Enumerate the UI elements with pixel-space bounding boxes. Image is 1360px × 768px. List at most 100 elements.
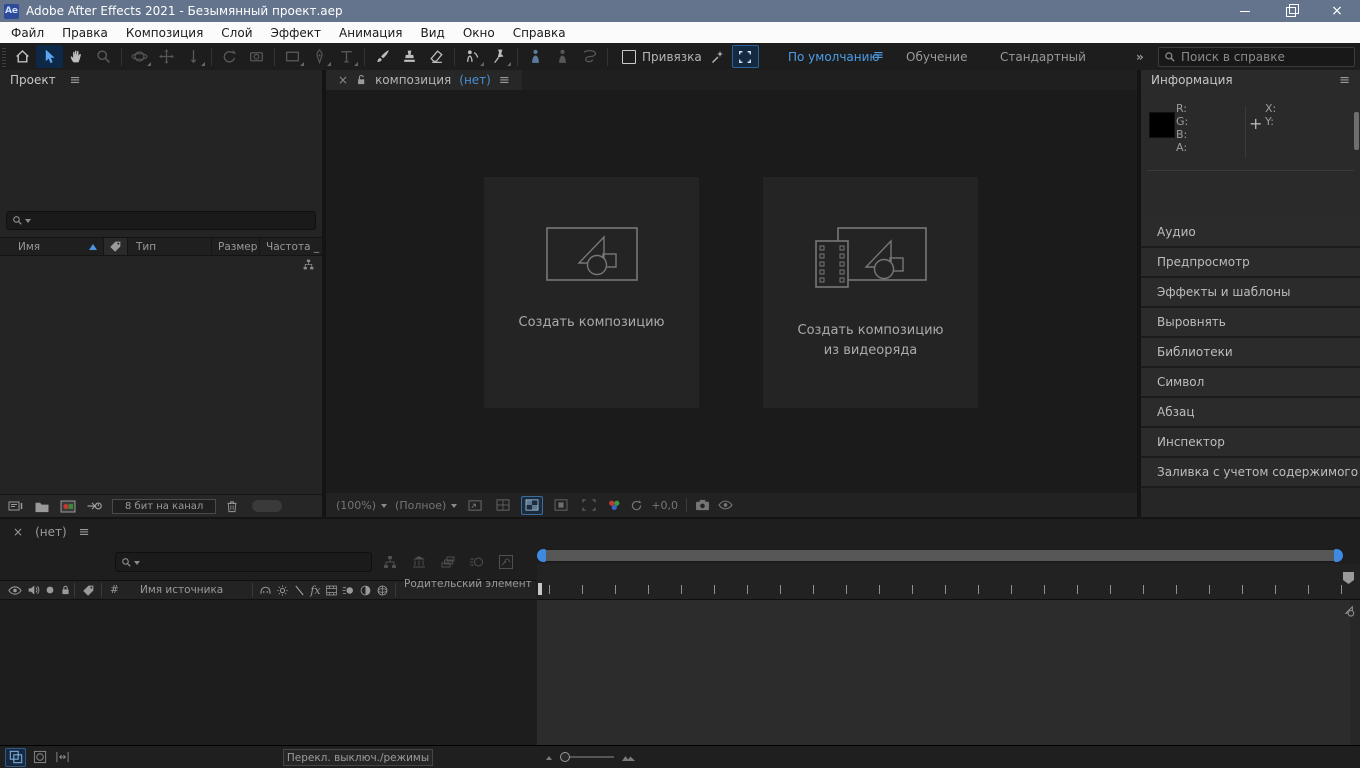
zoom-tool[interactable] — [90, 45, 117, 68]
workspace-menu-icon[interactable]: ≡ — [873, 48, 884, 63]
exposure-value[interactable]: +0,0 — [651, 499, 678, 512]
panel-tab-effects-presets[interactable]: Эффекты и шаблоны — [1141, 278, 1360, 308]
timeline-panel-menu-icon[interactable]: ≡ — [79, 525, 90, 540]
timeline-vertical-scrollbar[interactable] — [1350, 600, 1360, 745]
menu-effect[interactable]: Эффект — [262, 26, 331, 40]
menu-animation[interactable]: Анимация — [330, 26, 411, 40]
new-composition-from-footage-card[interactable]: Создать композицию из видеоряда — [763, 177, 978, 408]
puppet-bend-tool[interactable] — [549, 45, 576, 68]
mask-visibility-icon[interactable] — [551, 497, 571, 514]
parent-column[interactable]: Родительский элемент _ — [396, 581, 536, 599]
puppet-advanced-tool[interactable] — [522, 45, 549, 68]
puppet-overlap-tool[interactable] — [576, 45, 603, 68]
current-time-indicator[interactable] — [538, 583, 542, 595]
fast-previews-icon[interactable] — [630, 499, 643, 512]
eraser-tool[interactable] — [423, 45, 450, 68]
effects-fx-icon[interactable]: fx — [310, 584, 320, 597]
panel-tab-inspector[interactable]: Инспектор — [1141, 428, 1360, 458]
quality-icon[interactable] — [293, 584, 306, 597]
brush-tool[interactable] — [369, 45, 396, 68]
roto-brush-tool[interactable] — [459, 45, 486, 68]
layer-list-area[interactable] — [0, 600, 536, 745]
new-folder-icon[interactable] — [34, 500, 50, 513]
channel-rgb-icon[interactable] — [607, 499, 622, 512]
time-navigator[interactable] — [537, 549, 1343, 562]
zoom-in-mountains-icon[interactable] — [621, 753, 636, 762]
help-search-input[interactable] — [1181, 50, 1354, 64]
restore-button[interactable] — [1268, 0, 1314, 22]
dolly-camera-tool[interactable] — [180, 45, 207, 68]
composition-blend-toggle-icon[interactable] — [5, 748, 26, 767]
column-type[interactable]: Тип — [128, 238, 212, 255]
time-navigator-start-handle[interactable] — [537, 549, 546, 562]
draft-3d-icon[interactable] — [411, 554, 427, 570]
puppet-pin-tool[interactable] — [486, 45, 513, 68]
unlock-icon[interactable] — [356, 74, 367, 86]
panel-tab-character[interactable]: Символ — [1141, 368, 1360, 398]
comp-button-icon[interactable] — [1343, 604, 1358, 617]
graph-editor-icon[interactable] — [498, 554, 514, 570]
comp-marker-bin-icon[interactable] — [1342, 571, 1355, 585]
menu-edit[interactable]: Правка — [53, 26, 117, 40]
timeline-search-box[interactable] — [115, 552, 372, 572]
adjustment-layer-icon[interactable] — [359, 584, 372, 597]
delete-trash-icon[interactable] — [226, 499, 238, 513]
project-search-box[interactable] — [6, 211, 316, 230]
panel-tab-paragraph[interactable]: Абзац — [1141, 398, 1360, 428]
transparency-grid-icon[interactable] — [521, 496, 543, 515]
project-panel-menu-icon[interactable]: ≡ — [70, 73, 81, 88]
zoom-slider-knob[interactable] — [560, 752, 570, 762]
timeline-tab-label[interactable]: (нет) — [35, 525, 67, 539]
flowchart-icon[interactable] — [302, 258, 315, 271]
close-button[interactable]: × — [1314, 0, 1360, 22]
panel-tab-audio[interactable]: Аудио — [1141, 218, 1360, 248]
timeline-zoom-slider[interactable] — [562, 756, 614, 758]
timeline-track-area[interactable] — [537, 600, 1360, 745]
collapse-transformations-icon[interactable] — [276, 584, 289, 597]
rotation-tool[interactable] — [216, 45, 243, 68]
column-label[interactable] — [104, 238, 128, 255]
info-panel-menu-icon[interactable]: ≡ — [1339, 73, 1350, 88]
panel-tab-align[interactable]: Выровнять — [1141, 308, 1360, 338]
panel-tab-content-aware-fill[interactable]: Заливка с учетом содержимого — [1141, 458, 1360, 488]
toggle-switches-modes-button[interactable]: Перекл. выключ./режимы — [283, 749, 433, 766]
composition-mini-flowchart-icon[interactable] — [382, 554, 398, 570]
workspace-tab-standard[interactable]: Стандартный — [1000, 50, 1086, 64]
composition-panel-menu-icon[interactable]: ≡ — [499, 73, 510, 88]
in-out-panels-toggle-icon[interactable] — [55, 750, 70, 764]
pan-camera-tool[interactable] — [153, 45, 180, 68]
source-name-column[interactable]: Имя источника — [132, 581, 252, 599]
composition-tab[interactable]: × композиция (нет) ≡ — [326, 70, 522, 90]
3d-layer-icon[interactable] — [376, 584, 389, 597]
rectangle-tool[interactable] — [279, 45, 306, 68]
menu-layer[interactable]: Слой — [212, 26, 261, 40]
home-tool[interactable] — [9, 45, 36, 68]
solo-icon[interactable] — [45, 585, 55, 595]
workspace-overflow-chevron[interactable]: » — [1136, 50, 1142, 64]
proxy-icon[interactable] — [86, 499, 102, 513]
snapping-checkbox[interactable] — [622, 50, 636, 64]
clone-stamp-tool[interactable] — [396, 45, 423, 68]
mask-expansion-button[interactable] — [732, 45, 759, 68]
time-ruler[interactable] — [537, 564, 1360, 600]
menu-help[interactable]: Справка — [504, 26, 575, 40]
pen-tool[interactable] — [306, 45, 333, 68]
transfer-controls-toggle-icon[interactable] — [33, 750, 48, 764]
workspace-tab-learn[interactable]: Обучение — [906, 50, 967, 64]
type-tool[interactable] — [333, 45, 360, 68]
panel-tab-libraries[interactable]: Библиотеки — [1141, 338, 1360, 368]
workspace-tab-default[interactable]: По умолчанию — [788, 50, 880, 64]
column-rate[interactable]: Частота _ — [260, 238, 322, 255]
magnification-select[interactable]: (100%) — [336, 499, 387, 512]
shy-layers-icon[interactable] — [440, 554, 456, 570]
close-tab-icon[interactable]: × — [338, 73, 348, 87]
show-snapshot-icon[interactable] — [718, 499, 733, 511]
motion-blur-icon[interactable] — [469, 554, 485, 570]
menu-composition[interactable]: Композиция — [117, 26, 212, 40]
column-name[interactable]: Имя — [0, 238, 104, 255]
resolution-select[interactable]: (Полное) — [395, 499, 457, 512]
eye-icon[interactable] — [8, 585, 22, 596]
orbit-camera-tool[interactable] — [126, 45, 153, 68]
menu-file[interactable]: Файл — [2, 26, 53, 40]
camera-tool[interactable] — [243, 45, 270, 68]
